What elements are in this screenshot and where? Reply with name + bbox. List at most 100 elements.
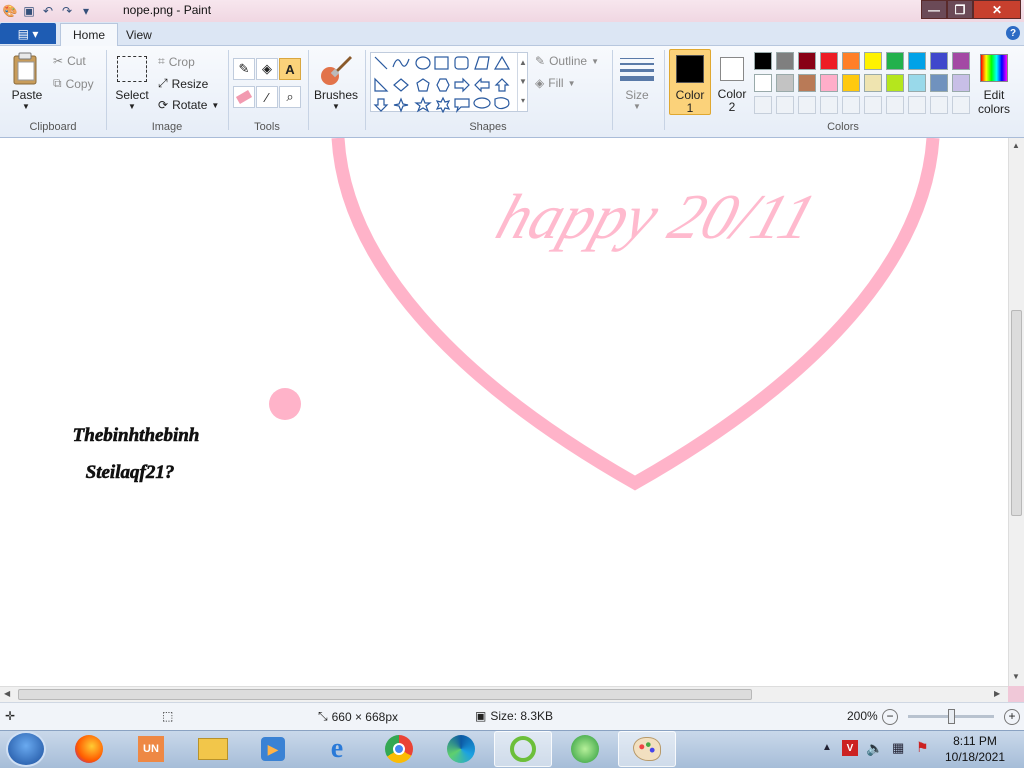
color-wheel-icon[interactable]	[980, 54, 1008, 82]
brushes-icon[interactable]	[318, 52, 354, 88]
select-button[interactable]: Select	[112, 88, 152, 102]
pencil-icon[interactable]: ✎	[233, 58, 255, 80]
palette-swatch[interactable]	[776, 74, 794, 92]
customize-toolbar-icon[interactable]: ▾	[78, 3, 94, 19]
volume-icon[interactable]: 🔈	[866, 740, 883, 757]
redo-icon[interactable]: ↷	[59, 3, 75, 19]
scroll-down-icon[interactable]: ▼	[1012, 672, 1020, 681]
scroll-left-icon[interactable]: ◀	[4, 689, 10, 698]
paint-app-icon[interactable]: 🎨	[2, 3, 18, 19]
custom-color-slot[interactable]	[908, 96, 926, 114]
eraser-icon[interactable]	[233, 86, 255, 108]
palette-swatch[interactable]	[820, 74, 838, 92]
unikey-taskbar-icon[interactable]: UN	[122, 731, 180, 767]
vertical-scroll-thumb[interactable]	[1011, 310, 1022, 516]
maximize-button[interactable]: ❐	[947, 0, 973, 19]
save-icon[interactable]: ▣	[21, 3, 37, 19]
close-button[interactable]: ✕	[973, 0, 1021, 19]
custom-color-slot[interactable]	[754, 96, 772, 114]
coccoc-taskbar-icon[interactable]	[494, 731, 552, 767]
help-icon[interactable]: ?	[1006, 26, 1020, 40]
fill-bucket-icon[interactable]: ◈	[256, 58, 278, 80]
undo-icon[interactable]: ↶	[40, 3, 56, 19]
brushes-button[interactable]: Brushes	[313, 88, 359, 102]
palette-swatch[interactable]	[886, 52, 904, 70]
palette-swatch[interactable]	[754, 52, 772, 70]
palette-swatch[interactable]	[930, 74, 948, 92]
palette-swatch[interactable]	[930, 52, 948, 70]
text-tool-icon[interactable]: A	[279, 58, 301, 80]
zoom-slider-thumb[interactable]	[948, 709, 955, 724]
paste-dropdown-icon[interactable]: ▼	[22, 102, 30, 111]
size-button[interactable]: Size	[618, 88, 656, 102]
palette-swatch[interactable]	[798, 52, 816, 70]
palette-swatch[interactable]	[908, 74, 926, 92]
custom-color-slot[interactable]	[776, 96, 794, 114]
custom-color-slot[interactable]	[842, 96, 860, 114]
select-dropdown-icon[interactable]: ▼	[128, 102, 136, 111]
firefox-taskbar-icon[interactable]	[60, 731, 118, 767]
palette-swatch[interactable]	[952, 74, 970, 92]
palette-swatch[interactable]	[798, 74, 816, 92]
color1-button[interactable]: Color 1	[669, 49, 711, 115]
clock[interactable]: 8:11 PM 10/18/2021	[940, 734, 1010, 764]
size-lines-icon[interactable]	[620, 56, 654, 82]
custom-color-slot[interactable]	[864, 96, 882, 114]
paint-taskbar-icon[interactable]	[618, 731, 676, 767]
crop-button[interactable]: ⌗ Crop	[158, 54, 195, 69]
palette-swatch[interactable]	[842, 74, 860, 92]
internet-explorer-taskbar-icon[interactable]: e	[308, 731, 366, 767]
zoom-in-icon[interactable]: +	[1004, 709, 1020, 725]
zoom-out-icon[interactable]: −	[882, 709, 898, 725]
paste-icon[interactable]	[10, 52, 42, 88]
shapes-scroll[interactable]: ▲ ▼ ▾	[517, 53, 528, 111]
select-rectangle-icon[interactable]	[117, 56, 147, 82]
outline-button[interactable]: ✎ Outline ▼	[535, 54, 599, 68]
copy-button[interactable]: ⧉ Copy	[53, 76, 94, 91]
tab-home[interactable]: Home	[60, 23, 119, 46]
palette-swatch[interactable]	[864, 52, 882, 70]
green-browser-taskbar-icon[interactable]	[556, 731, 614, 767]
rotate-button[interactable]: ⟳ Rotate ▼	[158, 98, 219, 112]
canvas-drawing[interactable]: happy 20/11 Thebinhthebinh Steilaqf21?	[0, 138, 1008, 686]
palette-swatch[interactable]	[820, 52, 838, 70]
color2-button[interactable]: Color 2	[713, 49, 751, 115]
size-dropdown-icon[interactable]: ▼	[633, 102, 641, 111]
edge-taskbar-icon[interactable]	[432, 731, 490, 767]
brushes-dropdown-icon[interactable]: ▼	[332, 102, 340, 111]
start-button[interactable]	[6, 731, 46, 767]
edit-colors-button[interactable]: Edit colors	[976, 88, 1012, 116]
show-hidden-icons-icon[interactable]: ▲	[822, 742, 832, 753]
fill-button[interactable]: ◈ Fill ▼	[535, 76, 575, 90]
palette-swatch[interactable]	[776, 52, 794, 70]
custom-color-slot[interactable]	[952, 96, 970, 114]
file-menu-button[interactable]: ▤ ▾	[0, 23, 56, 44]
cut-button[interactable]: ✂ Cut	[53, 54, 86, 68]
color-picker-icon[interactable]: ⁄	[256, 86, 278, 108]
palette-swatch[interactable]	[952, 52, 970, 70]
canvas-workspace[interactable]: happy 20/11 Thebinhthebinh Steilaqf21?	[0, 138, 1008, 686]
custom-color-slot[interactable]	[798, 96, 816, 114]
chrome-taskbar-icon[interactable]	[370, 731, 428, 767]
scroll-right-icon[interactable]: ▶	[994, 689, 1000, 698]
network-icon[interactable]: ▦	[892, 740, 904, 756]
vertical-scrollbar[interactable]: ▲ ▼	[1008, 138, 1024, 686]
palette-swatch[interactable]	[886, 74, 904, 92]
palette-swatch[interactable]	[864, 74, 882, 92]
palette-swatch[interactable]	[908, 52, 926, 70]
tab-view[interactable]: View	[114, 23, 164, 46]
custom-color-slot[interactable]	[820, 96, 838, 114]
media-player-taskbar-icon[interactable]: ▶	[244, 731, 302, 767]
paste-button[interactable]: Paste	[6, 88, 48, 102]
zoom-slider[interactable]	[908, 709, 994, 724]
custom-color-slot[interactable]	[930, 96, 948, 114]
resize-button[interactable]: ⤢ Resize	[158, 76, 208, 91]
horizontal-scrollbar[interactable]: ◀ ▶	[0, 686, 1008, 702]
custom-color-slot[interactable]	[886, 96, 904, 114]
scroll-up-icon[interactable]: ▲	[1012, 141, 1020, 150]
minimize-button[interactable]: —	[921, 0, 947, 19]
antivirus-tray-icon[interactable]: V	[842, 740, 858, 756]
palette-swatch[interactable]	[754, 74, 772, 92]
action-center-flag-icon[interactable]: ⚑	[916, 739, 929, 756]
file-explorer-taskbar-icon[interactable]	[184, 731, 242, 767]
